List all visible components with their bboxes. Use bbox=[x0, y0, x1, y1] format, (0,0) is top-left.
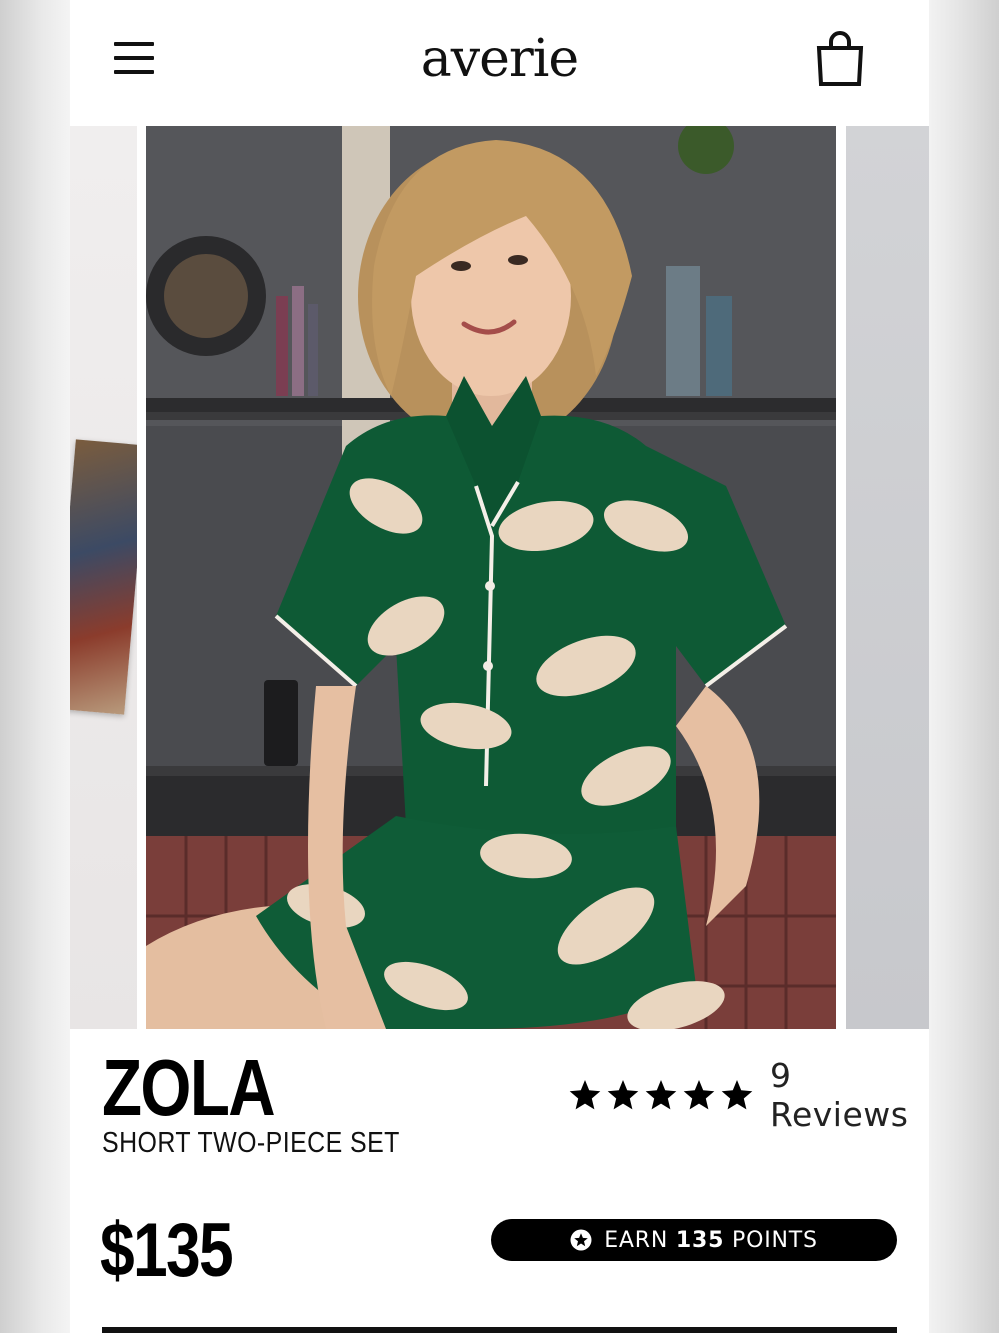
section-divider bbox=[102, 1327, 897, 1333]
product-image-carousel[interactable] bbox=[70, 126, 929, 1029]
menu-bar bbox=[114, 56, 154, 60]
points-prefix: EARN bbox=[604, 1227, 669, 1253]
brand-logo[interactable]: averie bbox=[370, 24, 629, 94]
earn-points-badge[interactable]: EARN 135 POINTS bbox=[491, 1219, 897, 1261]
previous-slide-photo bbox=[70, 439, 137, 715]
star-badge-icon bbox=[570, 1229, 592, 1251]
background-right bbox=[929, 0, 999, 1333]
star-icon bbox=[683, 1080, 715, 1110]
earn-points-text: EARN 135 POINTS bbox=[604, 1228, 818, 1253]
product-info: ZOLA SHORT TWO-PIECE SET 9 Reviews $135 … bbox=[70, 1029, 929, 1333]
product-photo bbox=[146, 126, 836, 1029]
star-icon bbox=[607, 1080, 639, 1110]
menu-bar bbox=[114, 42, 154, 46]
rating-stars bbox=[568, 1078, 754, 1112]
product-image[interactable] bbox=[146, 126, 836, 1029]
shopping-bag-icon[interactable] bbox=[814, 30, 866, 88]
background-left bbox=[0, 0, 70, 1333]
product-page: averie ZOLA SHORT TWO-PIECE SET 9 Review… bbox=[70, 0, 929, 1333]
reviews-link[interactable]: 9 Reviews bbox=[770, 1056, 929, 1134]
menu-bar bbox=[114, 70, 154, 74]
star-icon bbox=[569, 1080, 601, 1110]
previous-slide[interactable] bbox=[70, 126, 137, 1029]
product-name: ZOLA bbox=[102, 1043, 276, 1132]
product-rating[interactable]: 9 Reviews bbox=[568, 1056, 929, 1134]
hamburger-menu-icon[interactable] bbox=[110, 38, 158, 82]
points-amount: 135 bbox=[675, 1227, 725, 1253]
star-icon bbox=[645, 1080, 677, 1110]
star-icon bbox=[721, 1080, 753, 1110]
site-header: averie bbox=[70, 0, 929, 126]
product-price: $135 bbox=[100, 1208, 234, 1293]
next-slide[interactable] bbox=[846, 126, 929, 1029]
points-suffix: POINTS bbox=[732, 1227, 818, 1253]
product-subtitle: SHORT TWO-PIECE SET bbox=[102, 1127, 400, 1159]
